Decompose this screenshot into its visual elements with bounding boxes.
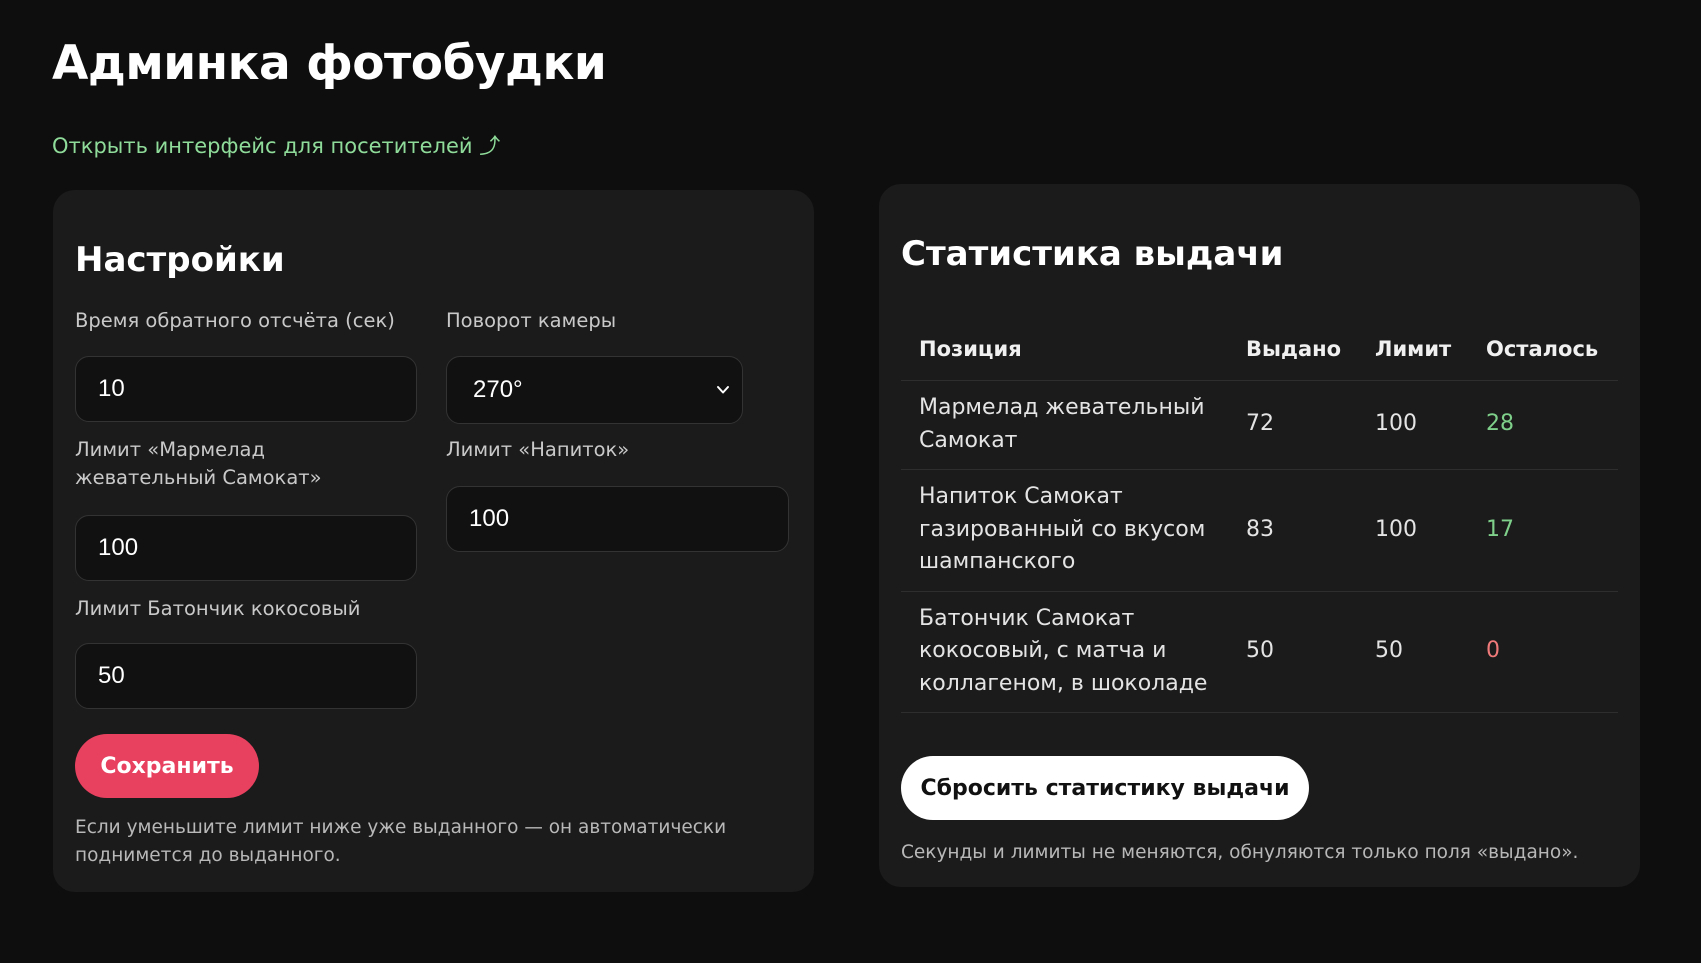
- reset-stats-button[interactable]: Сбросить статистику выдачи: [901, 756, 1309, 820]
- row-item-name: Напиток Самокат газированный со вкусом ш…: [901, 469, 1228, 592]
- row-limit: 50: [1357, 591, 1468, 713]
- column-header-remaining: Осталось: [1468, 318, 1618, 381]
- settings-card: Настройки Время обратного отсчёта (сек) …: [53, 190, 814, 892]
- limit-bar-label: Лимит Батончик кокосовый: [75, 597, 361, 620]
- table-row: Напиток Самокат газированный со вкусом ш…: [901, 469, 1618, 592]
- table-row: Батончик Самокат кокосовый, с матча и ко…: [901, 591, 1618, 713]
- row-item-name: Мармелад жевательный Самокат: [901, 380, 1228, 470]
- stats-card: Статистика выдачи Позиция Выдано Лимит О…: [879, 184, 1640, 887]
- row-item-name: Батончик Самокат кокосовый, с матча и ко…: [901, 591, 1228, 713]
- column-header-limit: Лимит: [1357, 318, 1468, 381]
- row-limit: 100: [1357, 380, 1468, 470]
- rotation-select[interactable]: 270°: [446, 356, 743, 424]
- page-title: Админка фотобудки: [52, 36, 607, 91]
- row-remaining: 0: [1468, 591, 1618, 713]
- column-header-issued: Выдано: [1228, 318, 1357, 381]
- limit-marmalade-label: Лимит «Мармелад жевательный Самокат»: [75, 438, 322, 489]
- stats-table: Позиция Выдано Лимит Осталось Мармелад ж…: [901, 318, 1618, 713]
- stats-note: Секунды и лимиты не меняются, обнуляются…: [901, 842, 1579, 863]
- row-remaining: 28: [1468, 380, 1618, 470]
- visitor-interface-link[interactable]: Открыть интерфейс для посетителей ⤴: [52, 130, 500, 160]
- limit-bar-input[interactable]: [75, 643, 417, 709]
- settings-note: Если уменьшите лимит ниже уже выданного …: [75, 817, 727, 866]
- admin-page: Админка фотобудки Открыть интерфейс для …: [0, 0, 1701, 963]
- countdown-input[interactable]: [75, 356, 417, 422]
- rotation-label: Поворот камеры: [446, 309, 617, 332]
- table-row: Мармелад жевательный Самокат 72 100 28: [901, 380, 1618, 470]
- settings-title: Настройки: [75, 240, 285, 280]
- column-header-position: Позиция: [901, 318, 1228, 381]
- row-remaining: 17: [1468, 469, 1618, 592]
- limit-drink-input[interactable]: [446, 486, 789, 552]
- row-issued: 72: [1228, 380, 1357, 470]
- countdown-label: Время обратного отсчёта (сек): [75, 309, 395, 332]
- rotation-value: 270°: [473, 376, 523, 403]
- chevron-down-icon: [717, 386, 729, 394]
- limit-marmalade-input[interactable]: [75, 515, 417, 581]
- save-button[interactable]: Сохранить: [75, 734, 259, 798]
- stats-title: Статистика выдачи: [901, 234, 1284, 274]
- row-issued: 83: [1228, 469, 1357, 592]
- table-header-row: Позиция Выдано Лимит Осталось: [901, 318, 1618, 381]
- limit-drink-label: Лимит «Напиток»: [446, 438, 630, 461]
- row-limit: 100: [1357, 469, 1468, 592]
- row-issued: 50: [1228, 591, 1357, 713]
